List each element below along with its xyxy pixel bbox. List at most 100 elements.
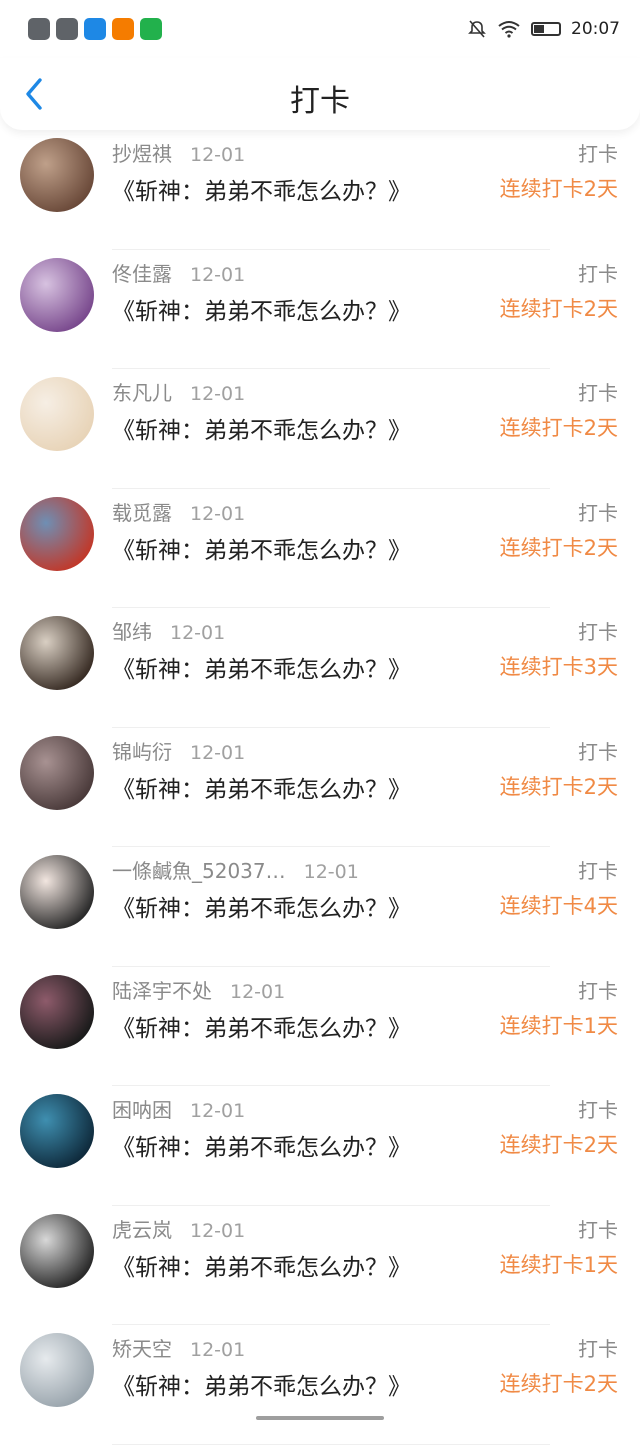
camera-icon — [140, 18, 162, 40]
checkin-label: 打卡 — [578, 1098, 618, 1122]
streak-label: 连续打卡3天 — [499, 655, 618, 679]
checkin-date: 12-01 — [303, 861, 359, 883]
book-title[interactable]: 《斩神：弟弟不乖怎么办？》 — [112, 172, 411, 206]
home-indicator[interactable] — [256, 1416, 384, 1420]
shield-icon — [84, 18, 106, 40]
checkin-date: 12-01 — [190, 144, 246, 166]
wifi-icon — [498, 21, 520, 38]
book-title[interactable]: 《斩神：弟弟不乖怎么办？》 — [112, 1128, 411, 1162]
list-item[interactable]: 佟佳露 12-01 《斩神：弟弟不乖怎么办？》 打卡 连续打卡2天 — [0, 250, 640, 369]
checkin-label: 打卡 — [578, 1217, 618, 1242]
book-title[interactable]: 《斩神：弟弟不乖怎么办？》 — [112, 411, 411, 445]
streak-label: 连续打卡2天 — [499, 535, 618, 560]
user-name[interactable]: 东凡儿 — [112, 377, 172, 406]
user-info: 虎云岚 12-01 — [112, 1214, 245, 1243]
user-info: 一條鹹魚_52037… 12-01 — [112, 855, 359, 884]
list-item[interactable]: 锦屿衍 12-01 《斩神：弟弟不乖怎么办？》 打卡 连续打卡2天 — [0, 728, 640, 847]
list-item[interactable]: 陆泽宇不处 12-01 《斩神：弟弟不乖怎么办？》 打卡 连续打卡1天 — [0, 967, 640, 1086]
book-title[interactable]: 《斩神：弟弟不乖怎么办？》 — [112, 889, 411, 923]
user-name[interactable]: 载觅露 — [112, 497, 172, 526]
checkin-date: 12-01 — [190, 383, 246, 405]
user-name[interactable]: 佟佳露 — [112, 258, 172, 287]
avatar[interactable] — [20, 377, 94, 451]
avatar[interactable] — [20, 616, 94, 690]
checkin-date: 12-01 — [230, 980, 286, 1003]
book-title[interactable]: 《斩神：弟弟不乖怎么办？》 — [112, 1248, 411, 1282]
user-name[interactable]: 困呐困 — [112, 1094, 172, 1123]
user-name[interactable]: 虎云岚 — [112, 1214, 172, 1243]
checkin-date: 12-01 — [190, 1219, 246, 1242]
list-item[interactable]: 邹纬 12-01 《斩神：弟弟不乖怎么办？》 打卡 连续打卡3天 — [0, 608, 640, 728]
list-item[interactable]: 载觅露 12-01 《斩神：弟弟不乖怎么办？》 打卡 连续打卡2天 — [0, 489, 640, 608]
list-item[interactable]: 矫天空 12-01 《斩神：弟弟不乖怎么办？》 打卡 连续打卡2天 — [0, 1325, 640, 1445]
user-name[interactable]: 陆泽宇不处 — [112, 975, 212, 1004]
checkin-label: 打卡 — [578, 1337, 618, 1361]
checkin-label: 打卡 — [578, 142, 618, 166]
checkin-date: 12-01 — [170, 622, 226, 644]
avatar[interactable] — [20, 1333, 94, 1407]
streak-label: 连续打卡2天 — [499, 1372, 618, 1396]
user-info: 载觅露 12-01 — [112, 497, 245, 526]
status-time: 20:07 — [571, 19, 620, 39]
streak-label: 连续打卡2天 — [499, 416, 618, 440]
checkin-date: 12-01 — [190, 263, 246, 286]
user-info: 抄煜祺 12-01 — [112, 138, 245, 167]
bell-muted-icon — [468, 20, 486, 38]
book-title[interactable]: 《斩神：弟弟不乖怎么办？》 — [112, 1367, 411, 1401]
orange-app-icon — [112, 18, 134, 40]
streak-label: 连续打卡2天 — [499, 774, 618, 799]
checkin-label: 打卡 — [578, 500, 618, 525]
checkin-date: 12-01 — [190, 1100, 246, 1122]
streak-label: 连续打卡2天 — [499, 177, 618, 201]
user-name[interactable]: 一條鹹魚_52037… — [112, 855, 286, 884]
divider — [112, 1443, 550, 1445]
checkin-date: 12-01 — [190, 741, 246, 764]
system-indicators: 20:07 — [467, 19, 620, 39]
list-item[interactable]: 困呐困 12-01 《斩神：弟弟不乖怎么办？》 打卡 连续打卡2天 — [0, 1086, 640, 1206]
user-info: 陆泽宇不处 12-01 — [112, 975, 285, 1004]
avatar[interactable] — [20, 138, 94, 212]
book-title[interactable]: 《斩神：弟弟不乖怎么办？》 — [112, 292, 411, 326]
checkin-label: 打卡 — [578, 261, 618, 286]
battery-icon — [531, 22, 561, 36]
avatar[interactable] — [20, 1094, 94, 1168]
list-item[interactable]: 抄煜祺 12-01 《斩神：弟弟不乖怎么办？》 打卡 连续打卡2天 — [0, 130, 640, 250]
streak-label: 连续打卡2天 — [499, 296, 618, 321]
checkin-label: 打卡 — [578, 978, 618, 1003]
checkin-label: 打卡 — [578, 739, 618, 764]
user-name[interactable]: 矫天空 — [112, 1333, 172, 1362]
avatar[interactable] — [20, 735, 94, 810]
checkin-label: 打卡 — [578, 859, 618, 883]
checkin-date: 12-01 — [190, 502, 246, 525]
page-header: 打卡 — [0, 58, 640, 130]
avatar[interactable] — [20, 855, 94, 929]
list-item[interactable]: 一條鹹魚_52037… 12-01 《斩神：弟弟不乖怎么办？》 打卡 连续打卡4… — [0, 847, 640, 967]
book-title[interactable]: 《斩神：弟弟不乖怎么办？》 — [112, 1009, 411, 1043]
streak-label: 连续打卡1天 — [499, 1013, 618, 1038]
user-info: 佟佳露 12-01 — [112, 258, 245, 287]
user-info: 东凡儿 12-01 — [112, 377, 245, 406]
user-name[interactable]: 锦屿衍 — [112, 736, 172, 765]
avatar[interactable] — [20, 496, 94, 571]
game-controller-icon — [28, 18, 50, 40]
avatar[interactable] — [20, 974, 94, 1049]
user-name[interactable]: 邹纬 — [112, 616, 152, 645]
book-title[interactable]: 《斩神：弟弟不乖怎么办？》 — [112, 531, 411, 565]
user-info: 锦屿衍 12-01 — [112, 736, 245, 765]
user-info: 邹纬 12-01 — [112, 616, 225, 645]
user-info: 困呐困 12-01 — [112, 1094, 245, 1123]
checkin-date: 12-01 — [190, 1339, 246, 1361]
checkin-label: 打卡 — [578, 381, 618, 405]
streak-label: 连续打卡4天 — [499, 894, 618, 918]
checkin-label: 打卡 — [578, 620, 618, 644]
notification-icons — [28, 18, 162, 40]
user-name[interactable]: 抄煜祺 — [112, 138, 172, 167]
book-title[interactable]: 《斩神：弟弟不乖怎么办？》 — [112, 650, 411, 684]
checkin-list: 抄煜祺 12-01 《斩神：弟弟不乖怎么办？》 打卡 连续打卡2天 佟佳露 12… — [0, 130, 640, 1445]
list-item[interactable]: 虎云岚 12-01 《斩神：弟弟不乖怎么办？》 打卡 连续打卡1天 — [0, 1206, 640, 1325]
streak-label: 连续打卡1天 — [499, 1252, 618, 1277]
avatar[interactable] — [20, 257, 94, 332]
book-title[interactable]: 《斩神：弟弟不乖怎么办？》 — [112, 770, 411, 804]
list-item[interactable]: 东凡儿 12-01 《斩神：弟弟不乖怎么办？》 打卡 连续打卡2天 — [0, 369, 640, 489]
avatar[interactable] — [20, 1213, 94, 1288]
